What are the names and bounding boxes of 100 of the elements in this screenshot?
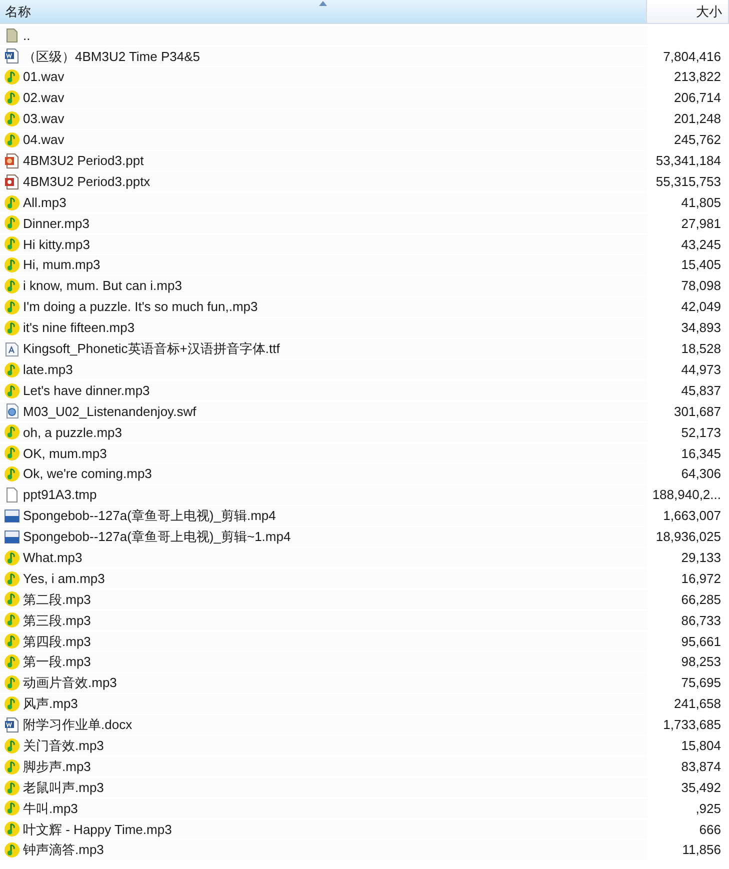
music-note-icon (4, 90, 20, 106)
file-size: 34,893 (681, 319, 721, 338)
file-name: .. (23, 26, 30, 45)
file-size: 15,804 (681, 736, 721, 755)
file-size: 15,405 (681, 256, 721, 274)
music-note-icon (4, 570, 20, 587)
file-size: 55,315,753 (656, 172, 721, 191)
file-size: 52,173 (681, 424, 721, 442)
file-size: 98,253 (681, 653, 721, 672)
file-size: 188,940,2... (652, 486, 721, 504)
file-size: 666 (699, 820, 721, 839)
file-name: 4BM3U2 Period3.ppt (23, 152, 144, 170)
music-note-icon (4, 633, 20, 650)
blank-file-icon (4, 487, 20, 504)
file-name: Hi kitty.mp3 (23, 236, 90, 254)
file-size: 213,822 (674, 68, 721, 86)
music-note-icon (4, 445, 20, 462)
file-size: 64,306 (681, 465, 721, 484)
music-note-icon (4, 800, 20, 816)
file-size: 1,663,007 (663, 507, 721, 526)
file-size: 7,804,416 (663, 48, 721, 66)
file-name: （区级）4BM3U2 Time P34&5 (23, 48, 200, 66)
file-size: 1,733,685 (663, 716, 721, 734)
file-name: Spongebob--127a(章鱼哥上电视)_剪辑.mp4 (23, 507, 276, 526)
file-size: 245,762 (674, 131, 721, 150)
file-size: 42,049 (681, 298, 721, 316)
file-name: 第三段.mp3 (23, 612, 91, 630)
music-note-icon (4, 780, 20, 796)
file-size: 241,658 (674, 695, 721, 714)
column-header[interactable]: 大小 (647, 0, 729, 24)
file-name: Hi, mum.mp3 (23, 256, 100, 274)
music-note-icon (4, 842, 20, 858)
sort-arrow-icon (319, 1, 327, 6)
file-name: Dinner.mp3 (23, 214, 90, 233)
music-note-icon (4, 591, 20, 608)
music-note-icon (4, 362, 20, 378)
presentation-icon (4, 152, 20, 169)
flash-file-icon (4, 403, 20, 420)
file-name: it's nine fifteen.mp3 (23, 319, 135, 338)
file-size: 201,248 (674, 110, 721, 128)
file-name: OK, mum.mp3 (23, 444, 107, 463)
file-name: 03.wav (23, 110, 64, 128)
file-size: 45,837 (681, 382, 721, 400)
file-name: Ok, we're coming.mp3 (23, 465, 152, 484)
music-note-icon (4, 236, 20, 252)
file-name: 风声.mp3 (23, 695, 78, 714)
file-name: ppt91A3.tmp (23, 486, 97, 504)
file-name: 02.wav (23, 89, 64, 108)
file-name: 第一段.mp3 (23, 653, 91, 672)
music-note-icon (4, 466, 20, 482)
file-size: 29,133 (681, 548, 721, 567)
video-file-icon (4, 508, 20, 524)
file-name: 脚步声.mp3 (23, 758, 91, 776)
file-size: 16,345 (681, 444, 721, 462)
music-note-icon (4, 111, 20, 127)
document-icon (4, 716, 20, 733)
file-size: 66,285 (681, 590, 721, 609)
file-size: 83,874 (681, 758, 721, 776)
music-note-icon (4, 278, 20, 294)
music-note-icon (4, 758, 20, 775)
file-size: 11,856 (682, 841, 721, 860)
file-size: 27,981 (681, 214, 721, 233)
music-note-icon (4, 654, 20, 670)
music-note-icon (4, 299, 20, 316)
video-file-icon (4, 528, 20, 545)
file-name: 04.wav (23, 131, 64, 150)
music-note-icon (4, 550, 20, 566)
file-size: 86,733 (681, 612, 721, 630)
music-note-icon (4, 612, 20, 628)
music-note-icon (4, 382, 20, 399)
file-name: Spongebob--127a(章鱼哥上电视)_剪辑~1.mp4 (23, 528, 291, 546)
file-name: oh, a puzzle.mp3 (23, 424, 122, 442)
file-size: 41,805 (681, 194, 721, 212)
music-note-icon (4, 257, 20, 274)
file-size: 18,936,025 (656, 528, 721, 546)
presentation-icon (4, 174, 20, 190)
file-name: 第二段.mp3 (23, 590, 91, 609)
file-name: I'm doing a puzzle. It's so much fun,.mp3 (23, 298, 258, 316)
file-size: 53,341,184 (656, 152, 721, 170)
music-note-icon (4, 215, 20, 232)
file-size: 35,492 (681, 778, 721, 797)
file-name: M03_U02_Listenandenjoy.swf (23, 402, 196, 421)
music-note-icon (4, 194, 20, 211)
file-name: 第四段.mp3 (23, 632, 91, 651)
file-name: Yes, i am.mp3 (23, 570, 105, 588)
file-name: late.mp3 (23, 360, 73, 379)
file-size: 75,695 (681, 674, 721, 692)
file-size: ,925 (696, 800, 721, 818)
file-size: 16,972 (681, 570, 721, 588)
file-size: 95,661 (681, 632, 721, 651)
column-header[interactable]: 名称 (0, 0, 647, 24)
music-note-icon (4, 69, 20, 86)
file-name: 老鼠叫声.mp3 (23, 778, 104, 797)
file-name: All.mp3 (23, 194, 66, 212)
file-name: 01.wav (23, 68, 64, 86)
file-name: Kingsoft_Phonetic英语音标+汉语拼音字体.ttf (23, 340, 280, 358)
file-name: 动画片音效.mp3 (23, 674, 117, 692)
folder-icon (4, 27, 20, 44)
music-note-icon (4, 738, 20, 754)
music-note-icon (4, 424, 20, 440)
